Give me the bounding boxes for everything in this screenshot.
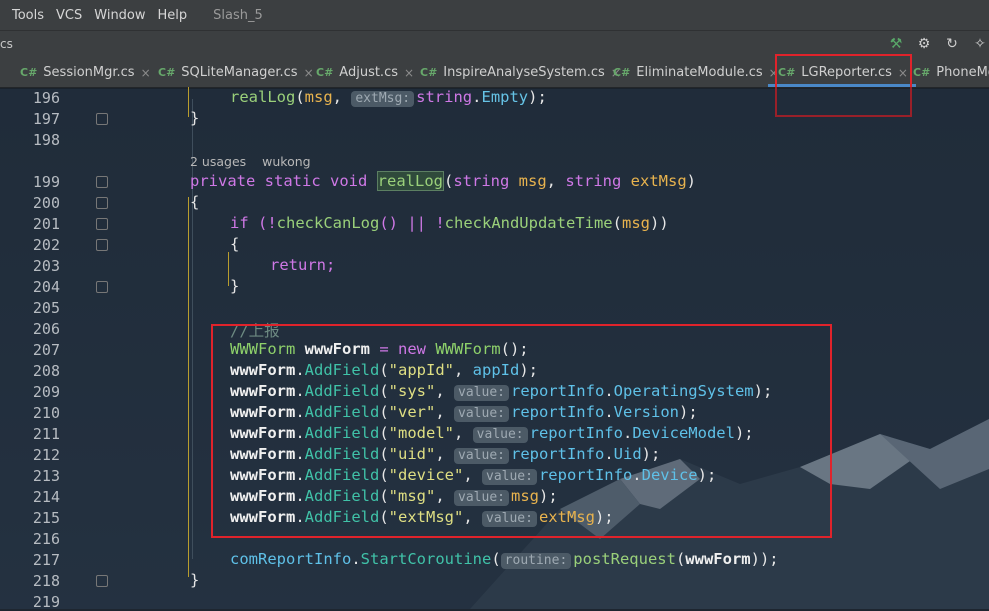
attach-debugger-icon[interactable]: ⚙ <box>915 35 933 53</box>
refresh-debug-icon[interactable]: ↻ <box>943 35 961 53</box>
line-number: 213 <box>32 467 60 485</box>
line-number: 197 <box>32 110 60 128</box>
menu-help[interactable]: Help <box>158 8 188 23</box>
fold-marker-icon[interactable] <box>96 197 108 209</box>
fold-marker-icon[interactable] <box>96 113 108 125</box>
line-number: 219 <box>32 593 60 611</box>
tab-sqlitemanager[interactable]: C# SQLiteManager.cs × <box>158 58 314 87</box>
indent-guide <box>188 197 189 577</box>
line-number: 217 <box>32 551 60 569</box>
line-number: 212 <box>32 446 60 464</box>
code-line-197: } <box>190 109 200 127</box>
line-number: 211 <box>32 425 60 443</box>
tab-sessionmgr[interactable]: C# SessionMgr.cs × <box>20 58 151 87</box>
code-line-196: realLog(msg, extMsg: string.Empty); <box>230 88 547 107</box>
annotation-box-code <box>211 324 832 538</box>
project-name: Slash_5 <box>213 7 263 23</box>
close-icon[interactable]: × <box>304 66 314 80</box>
line-number: 205 <box>32 299 60 317</box>
line-number: 216 <box>32 530 60 548</box>
fold-marker-icon[interactable] <box>96 281 108 293</box>
indent-guide <box>228 252 229 286</box>
fold-marker-icon[interactable] <box>96 176 108 188</box>
parameter-hint: extMsg: <box>351 91 415 107</box>
fold-marker-icon[interactable] <box>96 239 108 251</box>
parameter-hint: routine: <box>500 553 572 569</box>
tab-adjust[interactable]: C# Adjust.cs × <box>316 58 414 87</box>
menu-bar: Tools VCS Window Help Slash_5 <box>0 0 989 30</box>
tab-label: PhoneMgr <box>936 65 989 80</box>
menu-window[interactable]: Window <box>94 8 145 23</box>
line-number: 200 <box>32 194 60 212</box>
line-number: 204 <box>32 278 60 296</box>
line-number: 201 <box>32 215 60 233</box>
tab-label: EliminateModule.cs <box>636 65 763 80</box>
menu-tools[interactable]: Tools <box>12 8 44 23</box>
csharp-icon: C# <box>913 66 931 79</box>
author-label: wukong <box>262 154 311 169</box>
tab-eliminatemodule[interactable]: C# EliminateModule.cs × <box>613 58 779 87</box>
code-line-218: } <box>190 571 200 589</box>
csharp-icon: C# <box>420 66 438 79</box>
line-number: 208 <box>32 362 60 380</box>
line-number: 207 <box>32 341 60 359</box>
settings-icon[interactable]: ✧ <box>971 35 989 53</box>
tab-label: Adjust.cs <box>339 65 398 80</box>
line-number: 202 <box>32 236 60 254</box>
close-icon[interactable]: × <box>404 66 414 80</box>
tab-inspireanalysesystem[interactable]: C# InspireAnalyseSystem.cs × <box>420 58 621 87</box>
csharp-icon: C# <box>20 66 38 79</box>
code-line-203: return; <box>270 256 336 274</box>
line-number: 199 <box>32 173 60 191</box>
menu-vcs[interactable]: VCS <box>56 8 82 23</box>
code-line-199: private static void realLog(string msg, … <box>190 171 696 191</box>
code-line-200: { <box>190 193 200 211</box>
line-number: 215 <box>32 509 60 527</box>
line-number: 198 <box>32 131 60 149</box>
line-number: 218 <box>32 572 60 590</box>
code-line-204: } <box>230 277 240 295</box>
code-line-201: if (!checkCanLog() || !checkAndUpdateTim… <box>230 214 669 232</box>
line-number: 203 <box>32 257 60 275</box>
tab-label: InspireAnalyseSystem.cs <box>443 65 605 80</box>
code-vision-meta: 2 usages wukong <box>190 154 323 169</box>
line-number: 209 <box>32 383 60 401</box>
build-hammer-icon[interactable]: ⚒ <box>887 35 905 53</box>
line-number: 214 <box>32 488 60 506</box>
tab-phonemgr[interactable]: C# PhoneMgr <box>913 58 989 87</box>
line-number: 210 <box>32 404 60 422</box>
close-icon[interactable]: × <box>141 66 151 80</box>
breadcrumb[interactable]: cs <box>0 37 13 51</box>
code-line-217: comReportInfo.StartCoroutine(routine: pos… <box>230 550 779 569</box>
csharp-icon: C# <box>613 66 631 79</box>
line-number: 206 <box>32 320 60 338</box>
csharp-icon: C# <box>316 66 334 79</box>
indent-guide <box>188 87 189 117</box>
code-line-202: { <box>230 235 240 253</box>
toolbar-actions: ⚒ ⚙ ↻ ✧ <box>887 35 989 53</box>
tab-label: SQLiteManager.cs <box>181 65 298 80</box>
fold-marker-icon[interactable] <box>96 575 108 587</box>
csharp-icon: C# <box>158 66 176 79</box>
line-number: 196 <box>32 89 60 107</box>
usages-link[interactable]: 2 usages <box>190 154 246 169</box>
fold-marker-icon[interactable] <box>96 218 108 230</box>
tab-label: SessionMgr.cs <box>43 65 135 80</box>
